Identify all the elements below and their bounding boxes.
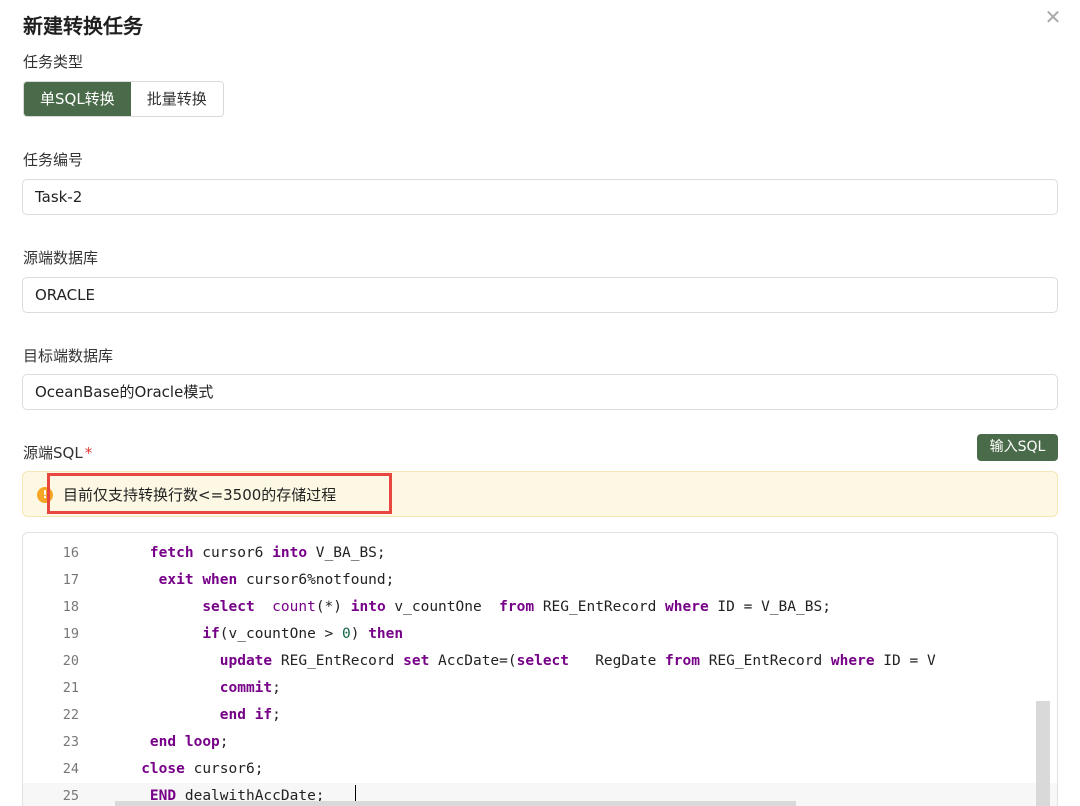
close-icon[interactable]: ✕ xyxy=(1042,6,1064,28)
task-id-label: 任务编号 xyxy=(23,151,84,169)
code-text: if(v_countOne > 0) then xyxy=(202,626,404,642)
source-sql-label: 源端SQL * xyxy=(23,442,92,463)
code-text: end loop; xyxy=(149,734,229,750)
line-number: 21 xyxy=(62,680,79,696)
code-text: commit; xyxy=(219,680,281,696)
target-db-label: 目标端数据库 xyxy=(23,347,114,365)
source-db-field[interactable]: ORACLE xyxy=(22,277,1058,313)
code-text: fetch cursor6 into V_BA_BS; xyxy=(149,545,386,561)
code-line[interactable]: 18 select count(*) into v_countOne from … xyxy=(23,594,1057,621)
code-line[interactable]: 17 exit when cursor6%notfound; xyxy=(23,567,1057,594)
task-id-field[interactable]: Task-2 xyxy=(22,179,1058,215)
horizontal-scrollbar[interactable] xyxy=(115,801,796,806)
input-sql-button[interactable]: 输入SQL xyxy=(977,434,1058,461)
line-number: 23 xyxy=(62,734,79,750)
vertical-scrollbar[interactable] xyxy=(1036,701,1050,806)
sql-editor[interactable]: 16 fetch cursor6 into V_BA_BS; 17 exit wh… xyxy=(22,532,1058,806)
code-line[interactable]: 16 fetch cursor6 into V_BA_BS; xyxy=(23,540,1057,567)
target-db-field[interactable]: OceanBase的Oracle模式 xyxy=(22,374,1058,410)
line-number: 17 xyxy=(62,572,79,588)
batch-option[interactable]: 批量转换 xyxy=(130,82,223,116)
line-number: 24 xyxy=(62,761,79,777)
task-type-selector: 单SQL转换 批量转换 xyxy=(23,81,224,117)
single-sql-option[interactable]: 单SQL转换 xyxy=(24,82,131,116)
line-number: 25 xyxy=(62,788,79,804)
code-text: update REG_EntRecord set AccDate=(select… xyxy=(219,653,936,669)
line-number: 20 xyxy=(62,653,79,669)
code-text: end if; xyxy=(219,707,281,723)
code-line[interactable]: 23 end loop; xyxy=(23,729,1057,756)
notice-text: 目前仅支持转换行数<=3500的存储过程 xyxy=(63,486,337,504)
code-line[interactable]: 19 if(v_countOne > 0) then xyxy=(23,621,1057,648)
line-number: 18 xyxy=(62,599,79,615)
code-text: close cursor6; xyxy=(141,761,264,777)
line-number: 19 xyxy=(62,626,79,642)
line-number: 22 xyxy=(62,707,79,723)
code-line[interactable]: 21 commit; xyxy=(23,675,1057,702)
code-text: exit when cursor6%notfound; xyxy=(158,572,395,588)
source-db-label: 源端数据库 xyxy=(23,249,99,267)
code-line[interactable]: 24 close cursor6; xyxy=(23,756,1057,783)
required-mark: * xyxy=(84,444,93,462)
source-sql-label-text: 源端SQL xyxy=(23,444,83,462)
line-number: 16 xyxy=(62,545,79,561)
code-text: select count(*) into v_countOne from REG… xyxy=(202,599,831,615)
notice-alert: ! 目前仅支持转换行数<=3500的存储过程 xyxy=(22,471,1058,517)
dialog-title: 新建转换任务 xyxy=(23,14,143,38)
code-line[interactable]: 20 update REG_EntRecord set AccDate=(sel… xyxy=(23,648,1057,675)
code-line[interactable]: 22 end if; xyxy=(23,702,1057,729)
task-type-label: 任务类型 xyxy=(23,53,84,71)
